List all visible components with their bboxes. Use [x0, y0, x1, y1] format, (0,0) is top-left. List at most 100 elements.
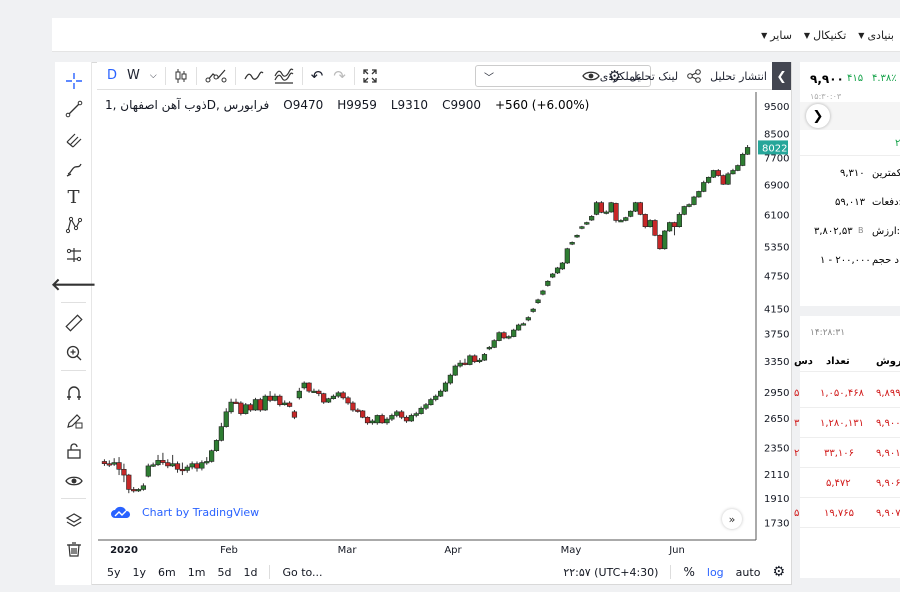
trend-line-icon[interactable]: [55, 96, 92, 122]
legend-high: H9959: [337, 98, 377, 112]
volume-value: ۱ - ۲۰۰,۰۰۰: [820, 255, 871, 266]
range-5d[interactable]: 5d: [211, 566, 237, 579]
table-row: ۵,۴۷۲ ۹,۹۰۶: [800, 468, 900, 498]
drawing-toolbar: T 🡐: [51, 62, 97, 585]
row-price: ۹,۹۰۱: [876, 448, 900, 459]
symbol-info-panel: ۹,۹۰۰ ۴۱۵ ۴.۳۸٪ ۱۵:۳۰:۰۳ ❯ ۲ ۹,۳۱۰ کمتری…: [794, 62, 900, 585]
layers-icon[interactable]: [55, 508, 92, 534]
table-row: ۵ ۱۹,۷۶۵ ۹,۹۰۷: [794, 498, 900, 528]
tradingview-cloud-icon: [111, 506, 131, 518]
range-6m[interactable]: 6m: [152, 566, 182, 579]
row-lead: ۲: [794, 448, 800, 459]
menu-label: تکنیکال: [813, 28, 847, 42]
chevron-down-icon: ▼: [803, 30, 811, 40]
price-change: ۴۱۵: [847, 73, 864, 84]
crosshair-icon[interactable]: [55, 68, 92, 94]
chart-header-toolbar: D W ⌵ ↶ ↷ عملکردی ﹀ انتشار تحلیل لینک تح…: [97, 62, 791, 90]
fullscreen-icon[interactable]: [358, 62, 382, 90]
bottom-divider: [269, 565, 271, 579]
toolbar-divider: [164, 66, 166, 85]
magnet-icon[interactable]: [55, 380, 92, 406]
prediction-icon[interactable]: [55, 242, 92, 268]
link-label: لینک تحلیل: [629, 69, 679, 83]
toolbar-divider: [301, 66, 303, 85]
chevron-down-icon[interactable]: ⌵: [145, 62, 162, 90]
collapse-panel-icon[interactable]: ❮: [772, 62, 791, 90]
line-chart-icon[interactable]: [239, 62, 269, 90]
percent-toggle[interactable]: %: [677, 565, 700, 579]
timezone-label[interactable]: ۲۲:۵۷ (UTC+4:30): [557, 566, 664, 579]
interval-weekly-button[interactable]: W: [122, 62, 145, 90]
legend-low: L9310: [390, 98, 429, 112]
top-menu: بنیادی ▼ تکنیکال ▼ سایر ▼: [755, 18, 900, 52]
text-tool-icon[interactable]: T: [55, 184, 92, 210]
value-label: ارزش:: [872, 226, 900, 237]
chevron-down-icon: ▼: [761, 30, 768, 40]
settings-gear-icon[interactable]: ⚙: [766, 564, 791, 580]
scroll-to-latest-icon[interactable]: »: [722, 509, 742, 529]
row-count: ۳۳,۱۰۶: [824, 448, 855, 459]
area-chart-icon[interactable]: [269, 62, 299, 90]
menu-fundamental[interactable]: بنیادی ▼: [852, 29, 900, 42]
share-actions: انتشار تحلیل لینک تحلیل ⚙: [578, 62, 771, 90]
chevron-right-icon[interactable]: ❯: [806, 104, 830, 128]
indicators-icon[interactable]: [200, 62, 232, 90]
value-unit: B: [858, 226, 864, 235]
row-lead: ۵: [794, 388, 800, 399]
col-clipped: دس: [794, 356, 813, 367]
price-card: ۹,۹۰۰ ۴۱۵ ۴.۳۸٪ ۱۵:۳۰:۰۳: [800, 62, 900, 102]
publish-label: انتشار تحلیل: [710, 69, 767, 83]
toolbar-divider: [234, 66, 236, 85]
link-analysis-button[interactable]: لینک تحلیل: [625, 62, 682, 90]
trades-table: دس تعداد فروش ۵ ۱,۰۵۰,۴۶۸ ۹,۸۹۹ ۳ ۱,۲۸۰,…: [794, 346, 900, 578]
row-count: ۱,۰۵۰,۴۶۸: [820, 388, 864, 399]
redo-icon[interactable]: ↷: [328, 62, 351, 90]
last-price: ۹,۹۰۰: [810, 72, 844, 86]
goto-button[interactable]: Go to...: [276, 566, 328, 579]
min-label: کمترین:: [872, 168, 900, 179]
chart-legend: ذوب آهن اصفهان ,1D, فرابورس O9470 H9959 …: [105, 98, 589, 112]
interval-daily-button[interactable]: D: [97, 62, 122, 90]
toolbar-divider: [195, 66, 197, 85]
row-lead: ۳: [794, 418, 800, 429]
stats-card: ۲ ۹,۳۱۰ کمترین: ۵۹,۰۱۳ دفعات: ۳,۸۰۲,۵۳ B…: [800, 130, 900, 306]
price-change-pct: ۴.۳۸٪: [872, 73, 897, 84]
unlock-icon[interactable]: [55, 438, 92, 464]
trades-header: ۱۴:۲۸:۳۱: [800, 316, 900, 346]
undo-icon[interactable]: ↶: [306, 62, 329, 90]
eye-icon[interactable]: [55, 468, 92, 494]
zoom-in-icon[interactable]: [55, 340, 92, 366]
value-value: ۳,۸۰۲,۵۳: [814, 226, 853, 237]
expand-row: ❯: [800, 102, 900, 130]
range-1d[interactable]: 1d: [237, 566, 263, 579]
menu-technical[interactable]: تکنیکال ▼: [798, 29, 852, 42]
pitchfork-icon[interactable]: [55, 126, 92, 152]
range-1m[interactable]: 1m: [182, 566, 212, 579]
trash-icon[interactable]: [55, 536, 92, 562]
tradingview-text: Chart by TradingView: [142, 505, 260, 519]
last-update-time: ۱۵:۳۰:۰۳: [810, 92, 842, 101]
row-price: ۹,۸۹۹: [876, 388, 900, 399]
stat-top-value: ۲: [895, 138, 900, 149]
log-toggle[interactable]: log: [701, 566, 730, 579]
eye-icon[interactable]: [578, 62, 604, 90]
menu-other[interactable]: سایر ▼: [755, 29, 798, 42]
range-5y[interactable]: 5y: [97, 566, 127, 579]
settings-gear-icon[interactable]: ⚙: [604, 62, 625, 90]
lock-pencil-icon[interactable]: [55, 408, 92, 434]
chevron-down-icon: ▼: [858, 30, 865, 40]
brush-icon[interactable]: [55, 156, 92, 182]
auto-toggle[interactable]: auto: [730, 566, 767, 579]
share-icon: [682, 62, 706, 90]
ruler-icon[interactable]: [55, 310, 92, 336]
tradingview-branding[interactable]: Chart by TradingView: [110, 505, 259, 519]
range-1y[interactable]: 1y: [127, 566, 153, 579]
symbol-label: ذوب آهن اصفهان ,1D, فرابورس: [105, 98, 270, 112]
publish-analysis-button[interactable]: انتشار تحلیل: [706, 62, 771, 90]
count-value: ۵۹,۰۱۳: [835, 197, 866, 208]
table-row: ۲ ۳۳,۱۰۶ ۹,۹۰۱: [794, 438, 900, 468]
arrow-left-icon[interactable]: 🡐: [51, 272, 97, 298]
pattern-icon[interactable]: [55, 212, 92, 238]
candles-icon[interactable]: [169, 62, 193, 90]
trade-time: ۱۴:۲۸:۳۱: [810, 328, 846, 338]
